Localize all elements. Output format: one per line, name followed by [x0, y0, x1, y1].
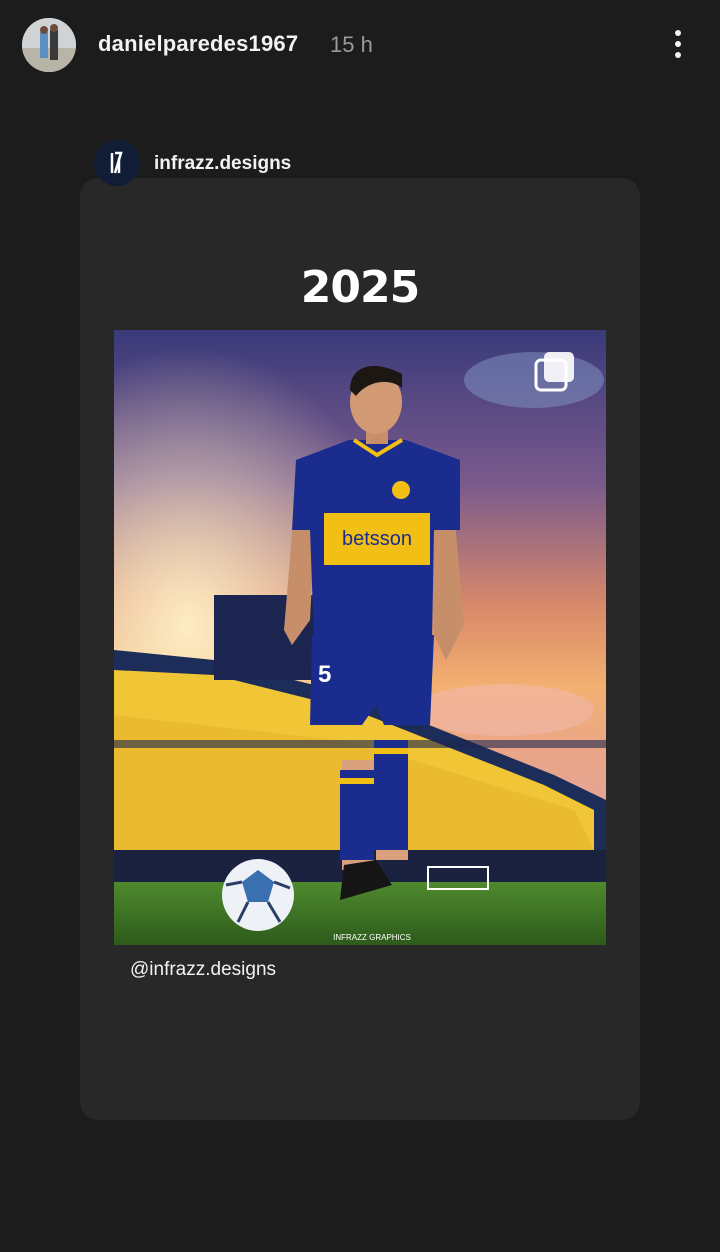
post-artwork[interactable]: 5 betsson INFRAZZ GRAPHICS [114, 330, 606, 945]
profile-avatar[interactable] [22, 18, 76, 72]
post-title-year: 2025 [300, 262, 420, 313]
sponsor-logo: betsson [342, 528, 412, 550]
artwork-watermark: INFRAZZ GRAPHICS [333, 933, 411, 942]
timestamp: 15 h [330, 32, 373, 57]
club-crest [392, 481, 410, 499]
author-name[interactable]: infrazz.designs [154, 153, 291, 175]
football-player-artwork: 5 betsson INFRAZZ GRAPHICS [114, 330, 606, 945]
post-caption[interactable]: @infrazz.designs [130, 959, 276, 981]
more-vertical-icon[interactable] [664, 26, 692, 62]
shirt-number: 5 [318, 661, 331, 688]
author-avatar[interactable] [94, 140, 140, 186]
username[interactable]: danielparedes1967 [98, 31, 298, 57]
story-header: danielparedes1967 15 h [0, 0, 720, 90]
